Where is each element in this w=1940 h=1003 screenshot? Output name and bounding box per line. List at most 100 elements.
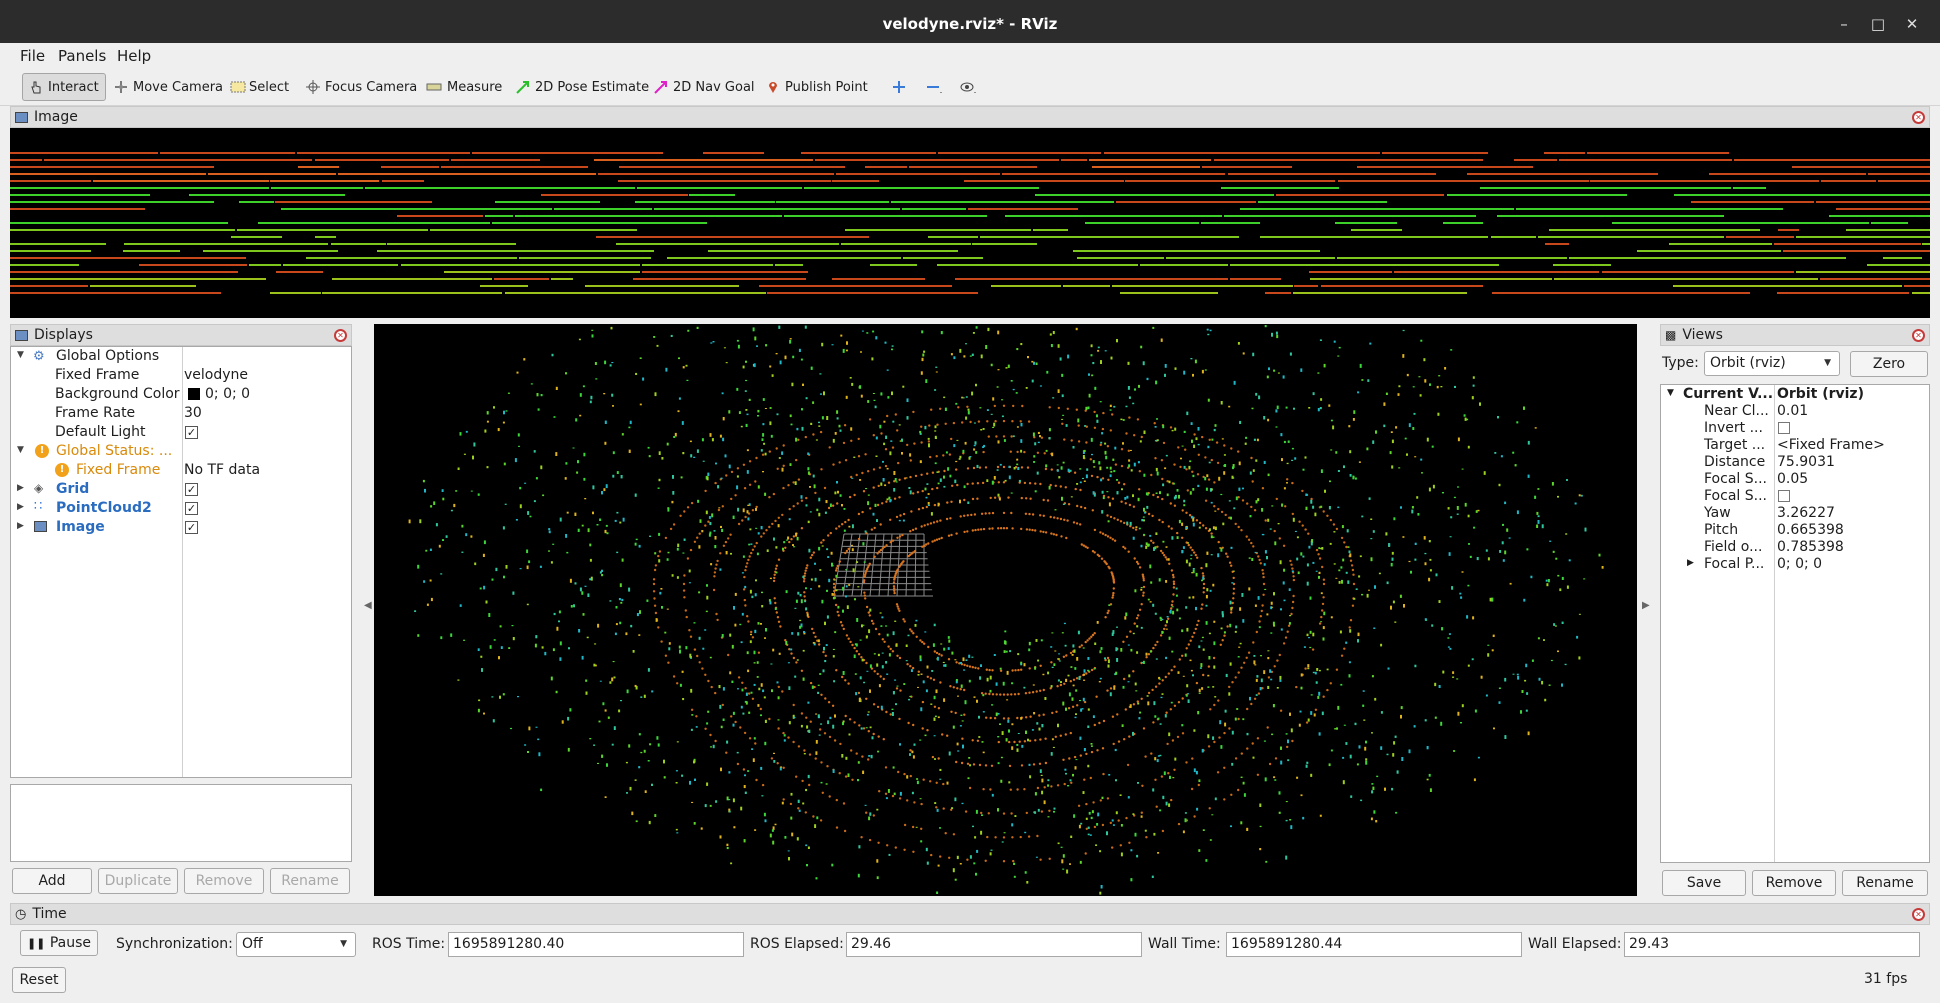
wall-time-field[interactable]: 1695891280.44 [1226, 932, 1522, 957]
maximize-icon[interactable]: □ [1866, 12, 1890, 36]
status-value: No TF data [184, 462, 261, 478]
camera-icon: ▩ [1665, 328, 1677, 342]
close-panel-icon[interactable]: ✕ [1912, 908, 1925, 921]
collapse-arrow-icon[interactable]: ▶ [17, 502, 27, 512]
view-property-row[interactable]: Yaw 3.26227 [1661, 505, 1929, 522]
close-icon[interactable]: ✕ [1900, 12, 1924, 36]
expand-arrow-icon[interactable]: ▼ [1667, 388, 1674, 398]
pose-estimate-tool-button[interactable]: 2D Pose Estimate [510, 73, 655, 101]
frame-rate-value[interactable]: 30 [184, 405, 202, 421]
tree-row-default-light[interactable]: Default Light ✓ [11, 423, 351, 442]
background-color-value[interactable]: 0; 0; 0 [205, 386, 250, 402]
pointcloud-enable-checkbox[interactable]: ✓ [185, 502, 198, 515]
close-panel-icon[interactable]: ✕ [334, 329, 347, 342]
close-panel-icon[interactable]: ✕ [1912, 111, 1925, 124]
add-display-button[interactable]: Add [12, 868, 92, 894]
tree-row-image[interactable]: ▶ Image ✓ [11, 518, 351, 537]
move-camera-tool-button[interactable]: Move Camera [108, 73, 229, 101]
reset-button[interactable]: Reset [12, 967, 66, 993]
tree-row-current-view[interactable]: ▼ Current V... Orbit (rviz) [1661, 386, 1929, 403]
grid-enable-checkbox[interactable]: ✓ [185, 483, 198, 496]
views-property-tree[interactable]: ▼ Current V... Orbit (rviz) Near Cl... 0.… [1660, 384, 1930, 863]
sync-select[interactable]: Off ▼ [236, 932, 356, 957]
displays-tree[interactable]: ▼ ⚙ Global Options Fixed Frame velodyne … [10, 346, 352, 778]
view-property-row[interactable]: Invert ... [1661, 420, 1929, 437]
view-property-value[interactable]: 0; 0; 0 [1777, 556, 1822, 572]
color-swatch[interactable] [188, 388, 200, 400]
view-property-value[interactable]: 3.26227 [1777, 505, 1835, 521]
duplicate-display-button[interactable]: Duplicate [98, 868, 178, 894]
view-property-value[interactable]: <Fixed Frame> [1777, 437, 1885, 453]
close-panel-icon[interactable]: ✕ [1912, 329, 1925, 342]
view-property-checkbox[interactable] [1778, 422, 1790, 434]
tree-row-background-color[interactable]: Background Color 0; 0; 0 [11, 385, 351, 404]
interact-tool-button[interactable]: Interact [22, 73, 106, 101]
view-type-select[interactable]: Orbit (rviz) ▼ [1704, 351, 1840, 376]
save-view-button[interactable]: Save [1662, 870, 1746, 896]
remove-display-button[interactable]: Remove [184, 868, 264, 894]
view-property-value[interactable]: 75.9031 [1777, 454, 1835, 470]
select-tool-button[interactable]: Select [224, 73, 295, 101]
publish-point-tool-button[interactable]: Publish Point [760, 73, 874, 101]
expand-arrow-icon[interactable]: ▼ [17, 350, 27, 360]
rename-display-button[interactable]: Rename [270, 868, 350, 894]
view-property-value[interactable]: 0.665398 [1777, 522, 1844, 538]
tree-row-grid[interactable]: ▶ ◈ Grid ✓ [11, 480, 351, 499]
view-property-row[interactable]: Field o... 0.785398 [1661, 539, 1929, 556]
zero-view-button[interactable]: Zero [1850, 351, 1928, 377]
menu-bar: File Panels Help [0, 43, 1940, 71]
collapse-arrow-icon[interactable]: ▶ [17, 483, 27, 493]
view-property-row[interactable]: ▶ Focal P... 0; 0; 0 [1661, 556, 1929, 573]
menu-help[interactable]: Help [117, 47, 151, 65]
views-panel-header: ▩ Views ✕ [1660, 324, 1930, 346]
view-property-row[interactable]: Near Cl... 0.01 [1661, 403, 1929, 420]
tree-row-global-status[interactable]: ▼ ! Global Status: ... [11, 442, 351, 461]
menu-panels[interactable]: Panels [58, 47, 106, 65]
panel-visibility-button[interactable] [954, 73, 980, 101]
view-property-row[interactable]: Distance 75.9031 [1661, 454, 1929, 471]
tree-row-frame-rate[interactable]: Frame Rate 30 [11, 404, 351, 423]
view-property-checkbox[interactable] [1778, 490, 1790, 502]
view-property-value[interactable]: 0.785398 [1777, 539, 1844, 555]
image-display-icon [34, 521, 47, 532]
view-property-row[interactable]: Pitch 0.665398 [1661, 522, 1929, 539]
view-property-value[interactable]: 0.01 [1777, 403, 1808, 419]
remove-view-button[interactable]: Remove [1752, 870, 1836, 896]
view-property-row[interactable]: Focal S... [1661, 488, 1929, 505]
pointcloud-icon: ∷ [34, 499, 43, 514]
remove-tool-button[interactable] [920, 73, 946, 101]
add-tool-button[interactable] [886, 73, 912, 101]
grid-display-label: Grid [56, 481, 90, 497]
lidar-image-view[interactable] [10, 128, 1930, 318]
measure-tool-button[interactable]: Measure [420, 73, 508, 101]
image-enable-checkbox[interactable]: ✓ [185, 521, 198, 534]
tree-row-pointcloud2[interactable]: ▶ ∷ PointCloud2 ✓ [11, 499, 351, 518]
views-panel-title: Views [1682, 327, 1723, 343]
hand-pointer-icon [29, 80, 43, 94]
default-light-checkbox[interactable]: ✓ [185, 426, 198, 439]
tree-row-status-fixed-frame[interactable]: ! Fixed Frame No TF data [11, 461, 351, 480]
ros-time-field[interactable]: 1695891280.40 [448, 932, 744, 957]
expand-arrow-icon[interactable]: ▼ [17, 445, 27, 455]
rename-view-button[interactable]: Rename [1842, 870, 1928, 896]
tree-row-global-options[interactable]: ▼ ⚙ Global Options [11, 347, 351, 366]
collapse-arrow-icon[interactable]: ▶ [17, 521, 27, 531]
minus-icon [926, 80, 942, 94]
tree-row-fixed-frame[interactable]: Fixed Frame velodyne [11, 366, 351, 385]
3d-render-view[interactable] [374, 324, 1637, 896]
background-color-label: Background Color [55, 386, 180, 402]
focus-camera-tool-button[interactable]: Focus Camera [300, 73, 423, 101]
view-property-row[interactable]: Target ... <Fixed Frame> [1661, 437, 1929, 454]
wall-elapsed-field[interactable]: 29.43 [1624, 932, 1920, 957]
collapse-right-handle[interactable]: ▶ [1642, 600, 1650, 611]
collapse-arrow-icon[interactable]: ▶ [1687, 558, 1694, 568]
pause-button[interactable]: ❚❚ Pause [20, 930, 98, 956]
ros-elapsed-field[interactable]: 29.46 [846, 932, 1142, 957]
view-property-row[interactable]: Focal S... 0.05 [1661, 471, 1929, 488]
view-property-value[interactable]: 0.05 [1777, 471, 1808, 487]
collapse-left-handle[interactable]: ◀ [364, 600, 372, 611]
minimize-icon[interactable]: – [1832, 12, 1856, 36]
menu-file[interactable]: File [20, 47, 45, 65]
nav-goal-tool-button[interactable]: 2D Nav Goal [648, 73, 761, 101]
fixed-frame-value[interactable]: velodyne [184, 367, 248, 383]
